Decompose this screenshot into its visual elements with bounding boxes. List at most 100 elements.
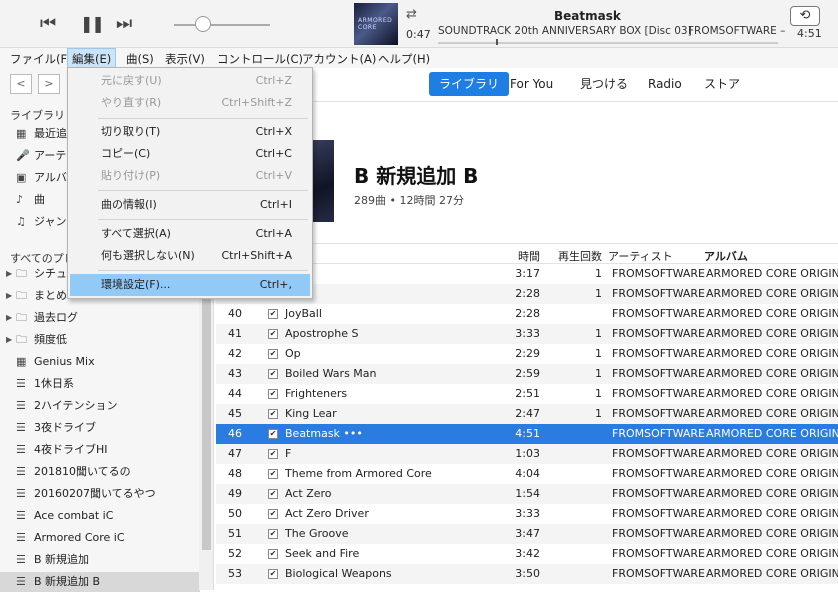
edit-menu-dropdown: 元に戻す(U) Ctrl+Z やり直す(R) Ctrl+Shift+Z 切り取り(T… — [67, 67, 313, 299]
menu-item-label: コピー(C) — [101, 147, 151, 160]
menu-view[interactable]: 表示(V) — [165, 51, 205, 67]
sidebar-playlist-selected[interactable]: ☰ B 新規追加 B — [0, 572, 200, 592]
sidebar-folder-4[interactable]: ▶ 🗀 頻度低 — [6, 330, 206, 350]
column-album[interactable]: アルバム — [704, 248, 748, 264]
menu-item-select-all[interactable]: すべて選択(A) Ctrl+A — [70, 223, 310, 245]
track-album: ARMORED CORE ORIGINAL — [706, 527, 838, 540]
table-row[interactable]: 52 ✔ Seek and Fire 3:42 FROMSOFTWARE ARMORED … — [216, 544, 838, 564]
sidebar-item-label: Ace combat iC — [34, 509, 114, 522]
repeat-icon[interactable]: ⟲ — [790, 6, 820, 26]
table-row[interactable]: 51 ✔ The Groove 3:47 FROMSOFTWARE ARMORED COR… — [216, 524, 838, 544]
checkbox[interactable]: ✔ — [268, 389, 278, 399]
sidebar-item-genius-mix[interactable]: ▦ Genius Mix — [16, 352, 206, 372]
tab-store[interactable]: ストア — [694, 72, 750, 96]
volume-slider[interactable] — [174, 24, 270, 26]
menu-edit[interactable]: 編集(E) — [67, 48, 117, 68]
menu-item-get-info[interactable]: 曲の情報(I) Ctrl+I — [70, 194, 310, 216]
sidebar-folder-3[interactable]: ▶ 🗀 過去ログ — [6, 308, 206, 328]
progress-handle[interactable] — [495, 39, 498, 45]
checkbox[interactable]: ✔ — [268, 349, 278, 359]
table-row[interactable]: 41 ✔ Apostrophe S 3:33 1 FROMSOFTWARE ARMORED … — [216, 324, 838, 344]
sidebar-playlist[interactable]: ☰ Armored Core iC — [16, 528, 206, 548]
table-row[interactable]: 53 ✔ Biological Weapons 3:50 FROMSOFTWARE ARM… — [216, 564, 838, 584]
menu-item-redo[interactable]: やり直す(R) Ctrl+Shift+Z — [70, 92, 310, 114]
expand-arrow-icon[interactable]: ▶ — [6, 308, 12, 328]
sidebar-playlist[interactable]: ☰ 2ハイテンション — [16, 396, 206, 416]
checkbox[interactable]: ✔ — [268, 469, 278, 479]
table-row[interactable]: 49 ✔ Act Zero 1:54 FROMSOFTWARE ARMORED CORE … — [216, 484, 838, 504]
sidebar-playlist[interactable]: ☰ Ace combat iC — [16, 506, 206, 526]
grid-icon: ▦ — [16, 127, 27, 140]
table-row[interactable]: 45 ✔ King Lear 2:47 1 FROMSOFTWARE ARMORED COR… — [216, 404, 838, 424]
track-plays: 1 — [595, 327, 602, 340]
tab-library[interactable]: ライブラリ — [429, 72, 510, 96]
table-row[interactable]: 43 ✔ Boiled Wars Man 2:59 1 FROMSOFTWARE ARMOR… — [216, 364, 838, 384]
checkbox[interactable]: ✔ — [268, 369, 278, 379]
checkbox[interactable]: ✔ — [268, 489, 278, 499]
menu-item-paste[interactable]: 貼り付け(P) Ctrl+V — [70, 165, 310, 187]
checkbox[interactable]: ✔ — [268, 409, 278, 419]
checkbox[interactable]: ✔ — [268, 549, 278, 559]
checkbox[interactable]: ✔ — [268, 569, 278, 579]
column-time[interactable]: 時間 — [518, 248, 540, 264]
track-time: 2:28 — [515, 307, 540, 320]
volume-knob[interactable] — [194, 16, 211, 32]
menu-help[interactable]: ヘルプ(H) — [378, 51, 430, 67]
next-icon[interactable]: ⏭ — [116, 15, 132, 33]
menu-account[interactable]: アカウント(A) — [302, 51, 376, 67]
expand-arrow-icon[interactable]: ▶ — [6, 286, 12, 306]
checkbox[interactable]: ✔ — [268, 529, 278, 539]
table-row[interactable]: 47 ✔ F 1:03 FROMSOFTWAREARMORED CORE ORIGINA… — [216, 444, 838, 464]
checkbox[interactable]: ✔ — [268, 429, 278, 439]
table-row[interactable]: 44 ✔ Frighteners 2:51 1 FROMSOFTWARE ARMORED C… — [216, 384, 838, 404]
menu-song[interactable]: 曲(S) — [126, 51, 154, 67]
sidebar-playlist[interactable]: ☰ 4夜ドライブHI — [16, 440, 206, 460]
checkbox[interactable]: ✔ — [268, 329, 278, 339]
checkbox[interactable]: ✔ — [268, 449, 278, 459]
previous-icon[interactable]: ⏮ — [40, 15, 56, 33]
expand-arrow-icon[interactable]: ▶ — [6, 330, 12, 350]
sidebar-playlist[interactable]: ☰ 20160207聞いてるやつ — [16, 484, 206, 504]
checkbox[interactable]: ✔ — [268, 509, 278, 519]
back-button[interactable]: < — [10, 74, 32, 94]
track-artist: FROMSOFTWARE — [612, 447, 706, 460]
menu-item-preferences[interactable]: 環境設定(F)... Ctrl+, — [70, 274, 310, 296]
sidebar-item-label: シチュ — [34, 267, 67, 280]
pause-icon[interactable]: ❚❚ — [80, 15, 105, 33]
tab-for-you[interactable]: For You — [500, 72, 563, 96]
sidebar-playlist[interactable]: ☰ 3夜ドライブ — [16, 418, 206, 438]
menu-bar: ファイル(F) 編集(E) 曲(S) 表示(V) コントロール(C) アカウント… — [0, 48, 838, 68]
tab-radio[interactable]: Radio — [638, 72, 692, 96]
checkbox[interactable]: ✔ — [268, 309, 278, 319]
expand-arrow-icon[interactable]: ▶ — [6, 264, 12, 284]
menu-item-cut[interactable]: 切り取り(T) Ctrl+X — [70, 121, 310, 143]
menu-file[interactable]: ファイル(F) — [10, 51, 72, 67]
playlist-meta: 289曲 • 12時間 27分 — [354, 194, 464, 207]
progress-bar[interactable] — [438, 39, 778, 45]
track-number: 53 — [228, 567, 242, 580]
table-row[interactable]: 40 ✔ JoyBall 2:28 FROMSOFTWARE ARMORED CORE O… — [216, 304, 838, 324]
track-name: Act Zero — [285, 487, 332, 500]
track-name: Op — [285, 347, 301, 360]
menu-item-deselect-all[interactable]: 何も選択しない(N) Ctrl+Shift+A — [70, 245, 310, 267]
sidebar-playlist[interactable]: ☰ 201810聞いてるの — [16, 462, 206, 482]
shuffle-icon[interactable]: ⇄ — [406, 7, 417, 22]
track-number: 41 — [228, 327, 242, 340]
menu-controls[interactable]: コントロール(C) — [217, 51, 303, 67]
table-row-selected[interactable]: 46 🔊✔Beatmask •••4:51FROMSOFTWAREARMORED… — [216, 424, 838, 460]
table-row[interactable]: 50 ✔ Act Zero Driver 3:33 FROMSOFTWARE ARMORE… — [216, 504, 838, 524]
sidebar-item-label: 頻度低 — [34, 333, 67, 346]
playlist-icon: ☰ — [16, 421, 26, 434]
menu-item-copy[interactable]: コピー(C) Ctrl+C — [70, 143, 310, 165]
sidebar-playlist[interactable]: ☰ 1休日系 — [16, 374, 206, 394]
column-artist[interactable]: アーティスト — [608, 248, 673, 264]
forward-button[interactable]: > — [38, 74, 60, 94]
sidebar-item-label: 最近追 — [34, 127, 67, 140]
menu-item-undo[interactable]: 元に戻す(U) Ctrl+Z — [70, 70, 310, 92]
table-row[interactable]: 42 ✔ Op 2:29 1 FROMSOFTWARE ARMORED CORE ORIGI… — [216, 344, 838, 364]
sidebar-item-label: Genius Mix — [34, 355, 95, 368]
table-row[interactable]: 48 ✔ Theme from Armored Core 4:04 FROMSOFTWA… — [216, 464, 838, 484]
column-plays[interactable]: 再生回数 — [558, 248, 602, 264]
sidebar-playlist[interactable]: ☰ B 新規追加 — [16, 550, 206, 570]
tab-browse[interactable]: 見つける — [570, 72, 638, 96]
